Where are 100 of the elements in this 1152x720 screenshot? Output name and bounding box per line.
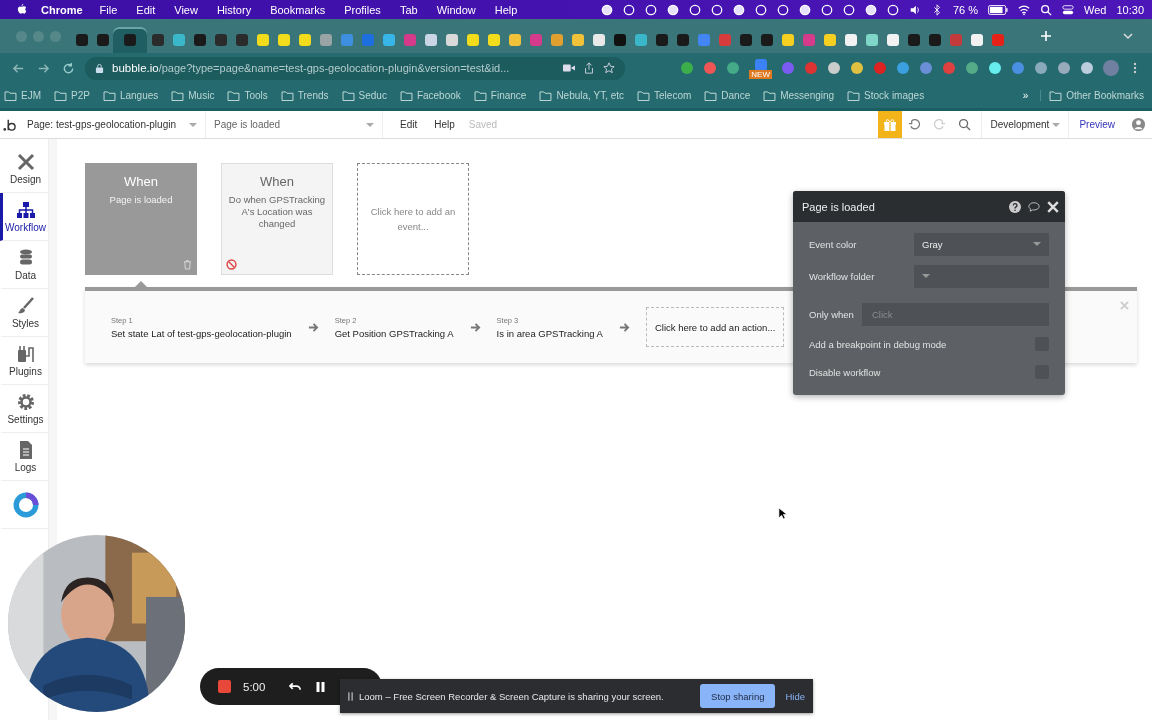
bookmark-folder[interactable]: Trends bbox=[280, 90, 329, 101]
star-icon[interactable] bbox=[603, 62, 615, 74]
share-icon[interactable] bbox=[583, 62, 595, 74]
menu-item[interactable]: Bookmarks bbox=[270, 3, 326, 16]
menu-item[interactable]: File bbox=[99, 3, 118, 16]
bubble-logo-icon[interactable] bbox=[3, 117, 17, 132]
menu-extra-icon[interactable] bbox=[688, 3, 701, 16]
battery-icon[interactable] bbox=[988, 4, 1009, 15]
extension-icon[interactable] bbox=[850, 61, 864, 75]
browser-tab[interactable] bbox=[113, 27, 147, 53]
extension-icon[interactable] bbox=[1034, 61, 1048, 75]
menu-extra-icon[interactable] bbox=[622, 3, 635, 16]
preview-link[interactable]: Preview bbox=[1079, 119, 1115, 130]
bookmark-folder[interactable]: EJM bbox=[4, 90, 41, 101]
bookmark-folder[interactable]: Messenging bbox=[763, 90, 835, 101]
extension-icon[interactable] bbox=[919, 61, 933, 75]
bookmark-folder[interactable]: Other Bookmarks bbox=[1040, 90, 1144, 101]
control-center-icon[interactable] bbox=[1062, 3, 1075, 16]
bookmark-folder[interactable]: Langues bbox=[102, 90, 159, 101]
add-event-button[interactable]: Click here to add an event... bbox=[357, 163, 469, 275]
extension-icon[interactable] bbox=[680, 61, 695, 75]
menu-extra-icon[interactable] bbox=[754, 3, 767, 16]
wifi-icon[interactable] bbox=[1018, 3, 1031, 16]
gift-button[interactable] bbox=[878, 111, 903, 138]
camera-icon[interactable] bbox=[563, 62, 575, 74]
tab-search-chevron-icon[interactable] bbox=[1122, 30, 1134, 42]
dropdown-field[interactable]: Gray bbox=[914, 232, 1049, 256]
dropdown-field[interactable] bbox=[914, 264, 1049, 288]
volume-icon[interactable] bbox=[908, 3, 921, 16]
hide-link[interactable]: Hide bbox=[785, 690, 805, 702]
help-icon[interactable] bbox=[1009, 200, 1021, 213]
menu-extra-icon[interactable] bbox=[886, 3, 899, 16]
bookmarks-overflow[interactable]: » bbox=[1022, 90, 1029, 101]
menu-extra-icon[interactable] bbox=[600, 3, 613, 16]
undo-icon[interactable] bbox=[289, 680, 303, 693]
sidebar-tab[interactable]: Settings bbox=[0, 385, 48, 433]
new-tab-icon[interactable] bbox=[1040, 30, 1052, 42]
page-dropdown[interactable]: Page: test-gps-geolocation-plugin bbox=[23, 111, 206, 138]
menu-extra-icon[interactable] bbox=[820, 3, 833, 16]
close-icon[interactable] bbox=[1047, 200, 1059, 213]
extension-icon[interactable] bbox=[1011, 61, 1025, 75]
address-bar[interactable]: bubble.io/page?type=page&name=test-gps-geolocation-plugin&version=test&id... bbox=[85, 56, 625, 80]
stop-recording-button[interactable] bbox=[218, 680, 231, 693]
menubar-clock[interactable]: 10:30 bbox=[1116, 3, 1144, 16]
bookmark-folder[interactable]: Seduc bbox=[341, 90, 387, 101]
bookmark-folder[interactable]: Finance bbox=[473, 90, 527, 101]
sidebar-tab[interactable]: Styles bbox=[0, 289, 48, 337]
bookmark-folder[interactable]: Stock images bbox=[847, 90, 925, 101]
menu-item[interactable]: Edit bbox=[136, 3, 156, 16]
menu-item[interactable]: Tab bbox=[399, 3, 418, 16]
sidebar-tab[interactable]: Workflow bbox=[0, 193, 48, 241]
extension-icon[interactable] bbox=[896, 61, 910, 75]
editor-menu[interactable]: Help bbox=[434, 119, 455, 130]
pause-icon[interactable] bbox=[314, 680, 328, 693]
menu-item[interactable]: Window bbox=[436, 3, 476, 16]
bookmark-folder[interactable]: Facebook bbox=[399, 90, 461, 101]
menu-extra-icon[interactable] bbox=[666, 3, 679, 16]
comment-icon[interactable] bbox=[1028, 200, 1040, 213]
environment-dropdown[interactable]: Development bbox=[981, 111, 1070, 138]
search-icon[interactable] bbox=[958, 118, 972, 131]
bookmark-folder[interactable]: Telecom bbox=[637, 90, 692, 101]
menu-extra-icon[interactable] bbox=[842, 3, 855, 16]
menu-extra-icon[interactable] bbox=[776, 3, 789, 16]
bookmark-folder[interactable]: Music bbox=[171, 90, 215, 101]
search-icon[interactable] bbox=[1040, 3, 1053, 16]
extension-icon[interactable] bbox=[1057, 61, 1071, 75]
menu-extra-icon[interactable] bbox=[798, 3, 811, 16]
menu-extra-icon[interactable] bbox=[732, 3, 745, 16]
stop-sharing-button[interactable]: Stop sharing bbox=[700, 684, 776, 708]
extension-icon[interactable] bbox=[753, 57, 768, 72]
sidebar-tab[interactable]: Plugins bbox=[0, 337, 48, 385]
menu-item[interactable]: History bbox=[216, 3, 252, 16]
menu-item[interactable]: View bbox=[174, 3, 198, 16]
bookmark-folder[interactable]: Tools bbox=[227, 90, 268, 101]
sidebar-tab[interactable]: Design bbox=[0, 145, 48, 193]
menu-extra-icon[interactable] bbox=[644, 3, 657, 16]
trash-icon[interactable] bbox=[183, 259, 192, 270]
reload-icon[interactable] bbox=[62, 61, 75, 75]
extension-icon[interactable] bbox=[965, 61, 979, 75]
folder-icon bbox=[763, 90, 777, 101]
apple-logo-icon[interactable] bbox=[16, 3, 27, 16]
bookmark-folder[interactable]: P2P bbox=[54, 90, 90, 101]
menu-extra-icon[interactable] bbox=[864, 3, 877, 16]
editor-menu[interactable]: Edit bbox=[400, 119, 418, 130]
sidebar-tab[interactable]: Logs bbox=[0, 433, 48, 481]
menu-item[interactable]: Profiles bbox=[344, 3, 381, 16]
bookmark-folder[interactable]: Nebula, YT, etc bbox=[539, 90, 625, 101]
sidebar-tab[interactable]: Data bbox=[0, 241, 48, 289]
user-icon[interactable] bbox=[1131, 117, 1146, 132]
extension-icon[interactable] bbox=[827, 61, 841, 75]
add-action-button[interactable]: Click here to add an action... bbox=[645, 307, 785, 347]
menu-extra-icon[interactable] bbox=[710, 3, 723, 16]
extension-icon[interactable] bbox=[703, 61, 718, 75]
extension-icon[interactable] bbox=[1080, 61, 1094, 75]
workflow-dropdown[interactable]: Page is loaded bbox=[206, 111, 383, 138]
app-menu[interactable]: Chrome bbox=[41, 3, 83, 16]
menu-item[interactable]: Help bbox=[494, 3, 518, 16]
bookmark-folder[interactable]: Dance bbox=[704, 90, 751, 101]
extension-icon[interactable] bbox=[726, 61, 741, 75]
extension-icon[interactable] bbox=[988, 61, 1002, 75]
